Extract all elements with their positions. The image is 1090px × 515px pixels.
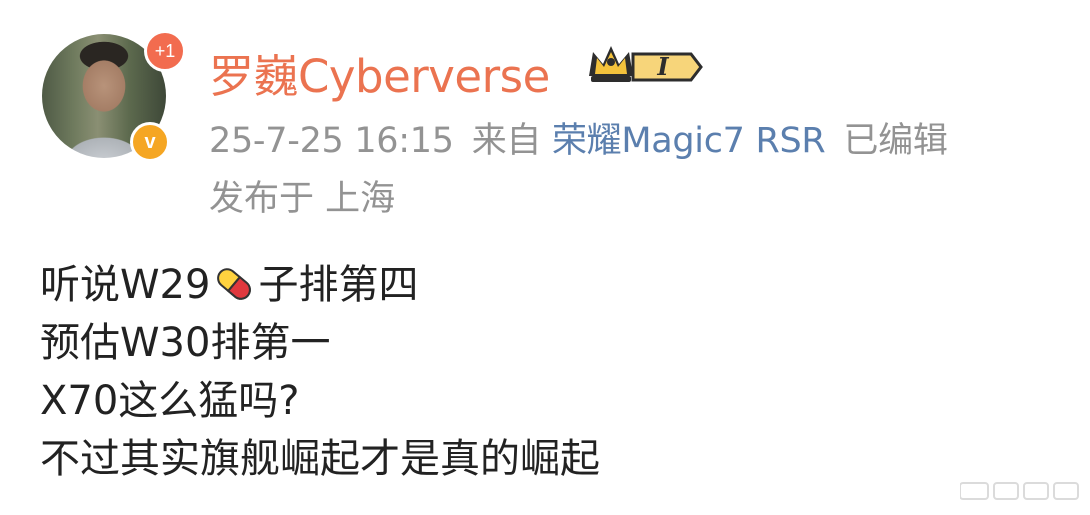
location: 发布于 上海 [209,179,396,219]
content-line-1: 听说W29 子排第四 [40,256,600,314]
avatar-plus-badge: +1 [144,30,186,72]
timestamp: 25-7-25 16:15 [209,121,454,161]
crown-icon [589,46,633,82]
watermark-icon [960,482,1079,500]
avatar-container[interactable]: +1 v [42,30,186,164]
post-content: 听说W29 子排第四 预估W30排第一 X70这么猛吗? 不过其实旗舰崛起才是真… [40,256,600,488]
edited-label[interactable]: 已编辑 [843,121,947,161]
content-line-4: 不过其实旗舰崛起才是真的崛起 [40,436,600,482]
member-level: I [656,52,669,81]
post-meta: 25-7-25 16:15 来自 荣耀Magic7 RSR 已编辑 [209,112,948,163]
content-line-1-end: 子排第四 [258,262,419,308]
device-link[interactable]: 荣耀Magic7 RSR [552,121,826,161]
pill-emoji-icon [217,268,252,300]
source-prefix: 来自 [471,121,542,161]
member-crown-badge[interactable]: I [585,40,711,88]
content-line-2: 预估W30排第一 [40,320,331,366]
verified-icon: v [130,122,170,162]
content-line-3: X70这么猛吗? [40,378,300,424]
content-line-1-start: 听说W29 [40,262,211,308]
username[interactable]: 罗巍Cyberverse [209,40,550,105]
weibo-post: +1 v 罗巍Cyberverse I 25-7-25 16:15 来自 荣耀Ma… [0,0,1090,515]
